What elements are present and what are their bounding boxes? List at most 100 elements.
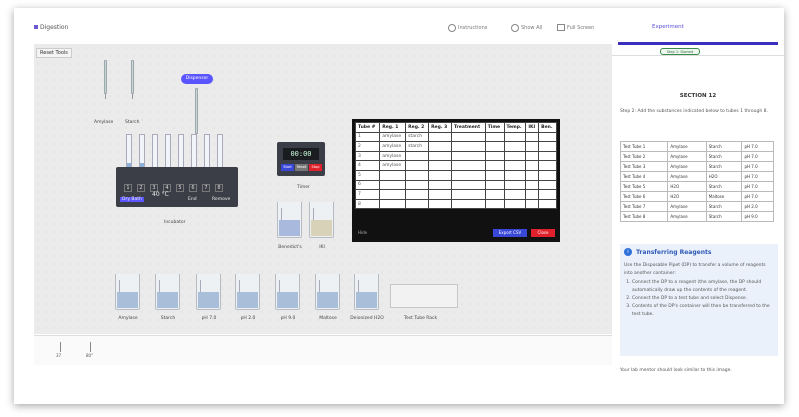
incubator-slot-6[interactable]: 6	[189, 184, 197, 192]
tube-cell: Amylase	[667, 211, 707, 222]
table-cell	[450, 160, 486, 171]
dispenser-pipette[interactable]	[195, 88, 198, 139]
table-row: 5	[354, 169, 557, 181]
end-button[interactable]: End	[188, 197, 197, 202]
starch-pipette[interactable]	[131, 60, 134, 99]
incubator-slot-7[interactable]: 7	[202, 184, 210, 192]
deionized-water-label: Deionized H2O	[350, 316, 384, 321]
table-cell	[538, 131, 557, 143]
table-cell	[405, 189, 430, 200]
timer-stop-button[interactable]: Stop	[309, 164, 322, 171]
bottom-toolbar: 37 80°	[34, 335, 612, 365]
tab-experiment[interactable]: Experiment	[652, 24, 684, 30]
results-table-window: Tube # Reg. 1 Reg. 2 Reg. 3 Treatment Ti…	[352, 119, 560, 242]
lab-canvas: Reset Tools Amylase Starch Dispenser 1 2…	[34, 44, 612, 334]
table-cell	[484, 131, 505, 143]
hide-table-link[interactable]: Hide	[358, 230, 367, 235]
incubator-slot-1[interactable]: 1	[124, 184, 132, 192]
incubator-slot-5[interactable]: 5	[176, 184, 184, 192]
timer-start-button[interactable]: Start	[281, 164, 294, 171]
table-cell	[405, 150, 430, 162]
tube-row: Test Tube 1 Amylase Starch pH 7.0	[619, 141, 774, 152]
starch-beaker[interactable]	[155, 274, 180, 310]
instructions-toggle[interactable]: Instructions	[448, 24, 487, 32]
table-cell	[538, 169, 557, 181]
table-cell	[538, 160, 557, 171]
table-cell	[428, 169, 452, 181]
slider-tick[interactable]	[90, 342, 91, 352]
slider-tick[interactable]	[60, 342, 61, 352]
tube-cell: Test Tube 3	[619, 161, 669, 172]
incubator-slot-8[interactable]: 8	[215, 184, 223, 192]
table-cell: 2	[354, 141, 381, 152]
show-all-toggle[interactable]: Show All	[511, 24, 542, 32]
table-cell	[428, 198, 452, 210]
timer-reset-button[interactable]: Reset	[295, 164, 308, 171]
table-cell	[525, 141, 540, 152]
table-cell	[428, 179, 452, 191]
ph2-beaker[interactable]	[235, 274, 260, 310]
ph2-beaker-label: pH 2.0	[240, 316, 256, 321]
tube-cell: Test Tube 6	[619, 191, 669, 202]
dry-bath-button[interactable]: Dry Bath	[120, 197, 144, 202]
tube-cell: Amylase	[667, 161, 707, 172]
table-cell	[525, 198, 540, 210]
remove-button[interactable]: Remove	[212, 197, 230, 202]
table-cell: 5	[354, 169, 381, 181]
table-cell	[503, 198, 527, 210]
tube-cell: Maltose	[705, 191, 743, 202]
table-cell	[428, 189, 452, 200]
tube-cell: pH 7.0	[741, 161, 774, 172]
info-step-1: Connect the DP to a reagent (the amylase…	[632, 279, 774, 295]
iki-beaker[interactable]	[309, 202, 334, 238]
progress-bar	[618, 42, 778, 45]
tube-cell: Amylase	[667, 141, 707, 152]
table-cell	[484, 141, 505, 152]
table-cell	[525, 150, 540, 162]
table-cell	[450, 189, 486, 200]
timer[interactable]: 00:00 Start Reset Stop	[277, 142, 325, 176]
maltose-beaker[interactable]	[315, 274, 340, 310]
table-cell	[405, 198, 430, 210]
instructions-sidebar: Experiment Step 1: Started SECTION 12 St…	[612, 8, 784, 404]
table-cell: amylase	[379, 141, 407, 152]
table-cell	[503, 131, 527, 143]
reset-tools-button[interactable]: Reset Tools	[36, 48, 72, 58]
amylase-pipette[interactable]	[104, 60, 107, 99]
table-cell	[503, 179, 527, 191]
table-cell	[450, 131, 486, 143]
dispenser-button[interactable]: Dispenser	[181, 74, 213, 84]
close-table-button[interactable]: Close	[531, 229, 555, 237]
table-cell: starch	[405, 141, 430, 152]
benedicts-beaker[interactable]	[277, 202, 302, 238]
test-tube-rack[interactable]	[390, 284, 458, 308]
amylase-beaker[interactable]	[115, 274, 140, 310]
instructions-label: Instructions	[458, 25, 488, 31]
info-step-3: Contents of the DP's container will then…	[632, 303, 774, 319]
incubator-slot-2[interactable]: 2	[137, 184, 145, 192]
tube-row: Test Tube 2 Amylase Starch pH 7.0	[619, 151, 774, 162]
table-cell	[450, 179, 486, 191]
table-cell	[503, 150, 527, 162]
ph9-beaker[interactable]	[275, 274, 300, 310]
table-cell	[428, 150, 452, 162]
info-intro: Use the Disposable Pipet (DP) to transfe…	[624, 263, 766, 276]
incubator[interactable]: 1 2 3 4 5 6 7 8 Dry Bath 40 °C End Remov…	[116, 167, 238, 207]
table-cell	[538, 189, 557, 200]
table-cell	[503, 189, 527, 200]
fullscreen-icon	[557, 24, 565, 31]
tube-cell: Test Tube 4	[619, 171, 669, 182]
step-instruction: Step 2: Add the substances indicated bel…	[620, 109, 768, 114]
deionized-water-beaker[interactable]	[354, 274, 379, 310]
table-cell	[525, 169, 540, 181]
info-steps: Connect the DP to a reagent (the amylase…	[624, 279, 774, 319]
ph7-beaker[interactable]	[196, 274, 221, 310]
tube-cell: H2O	[667, 181, 707, 192]
table-cell	[503, 141, 527, 152]
info-box: i Transferring Reagents Use the Disposab…	[620, 244, 778, 356]
tube-cell: pH 7.0	[741, 171, 774, 182]
export-csv-button[interactable]: Export CSV	[493, 229, 527, 237]
table-cell	[484, 189, 505, 200]
full-screen-button[interactable]: Full Screen	[557, 24, 594, 31]
tube-cell: pH 7.0	[741, 191, 774, 202]
